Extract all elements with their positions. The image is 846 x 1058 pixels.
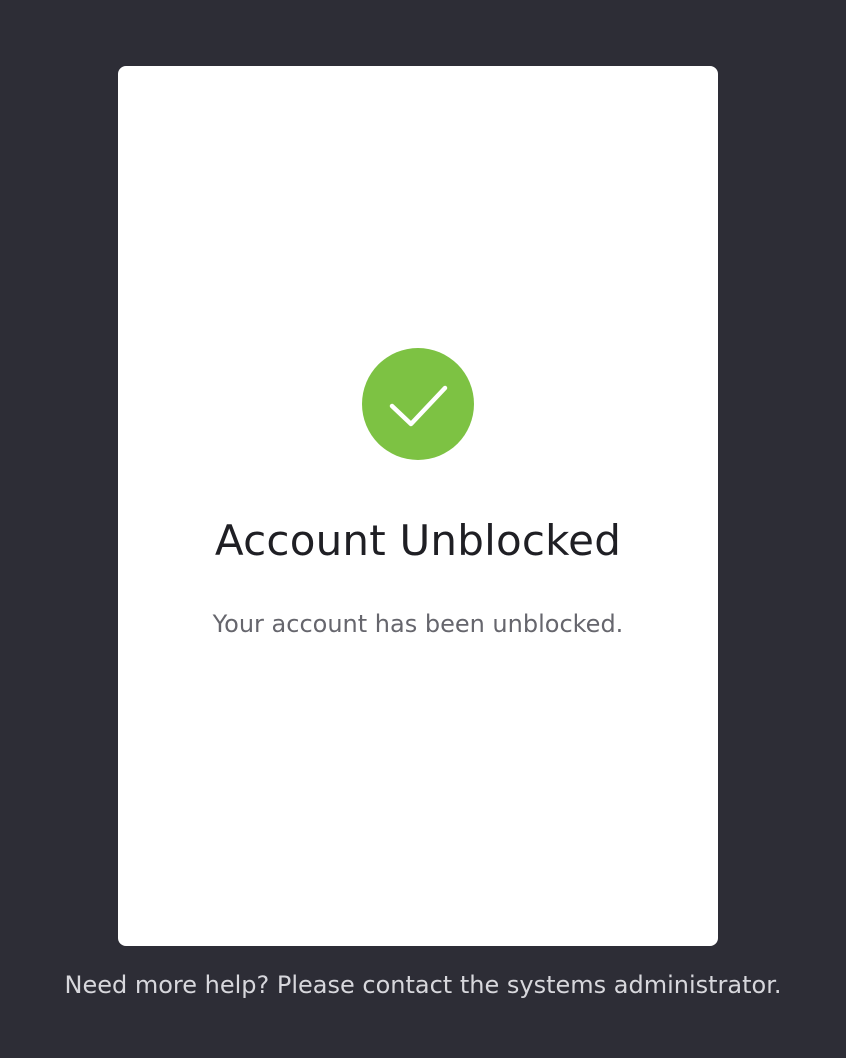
check-icon xyxy=(362,348,474,460)
page-title: Account Unblocked xyxy=(214,516,622,565)
status-message: Your account has been unblocked. xyxy=(212,610,624,638)
footer-help-text: Need more help? Please contact the syste… xyxy=(64,971,782,999)
account-unblocked-card: Account Unblocked Your account has been … xyxy=(118,66,718,946)
